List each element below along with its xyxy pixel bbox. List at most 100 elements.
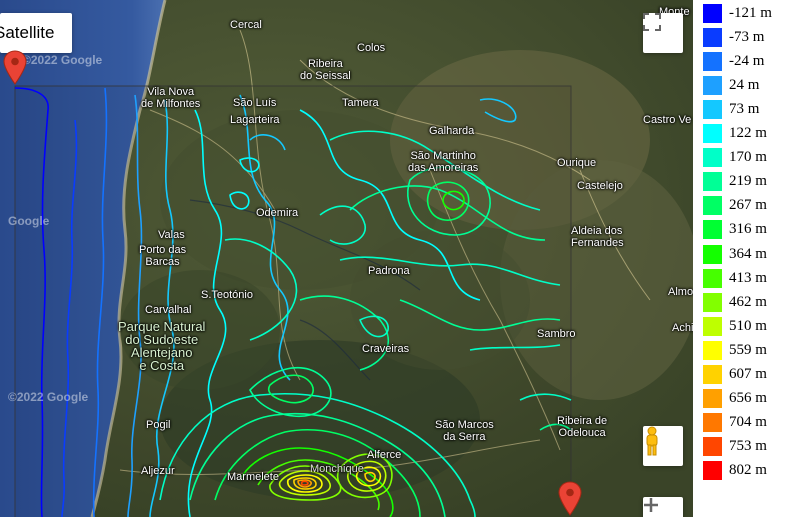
google-watermark: ©2022 Google	[22, 53, 103, 67]
place-padrona: Padrona	[368, 265, 410, 277]
place-aljezur: Aljezur	[141, 465, 175, 477]
legend-label: -73 m	[729, 28, 765, 45]
maptype-satellite-button[interactable]: Satellite	[0, 13, 72, 53]
legend-swatch	[703, 244, 722, 264]
map-marker-southeast[interactable]	[558, 481, 582, 517]
legend-label: 364 m	[729, 245, 767, 262]
place-almo: Almo	[668, 286, 693, 298]
place-sao-martinho: São Martinho das Amoreiras	[408, 150, 479, 174]
pegman-icon	[646, 426, 658, 456]
legend-item: 122 m	[703, 123, 767, 145]
legend-label: 607 m	[729, 366, 767, 382]
place-tamera: Tamera	[342, 97, 379, 109]
place-marmelete: Marmelete	[227, 471, 279, 483]
legend-label: 122 m	[729, 125, 767, 141]
legend-item: 364 m	[703, 243, 767, 265]
elevation-legend: -121 m -73 m -24 m 24 m 73 m 122 m 170 m 219 m 2…	[693, 0, 807, 517]
legend-item: 316 m	[703, 219, 767, 241]
place-craveiras: Craveiras	[362, 343, 410, 355]
place-s-teotonio: S.Teotónio	[201, 289, 253, 301]
place-porto-das-barcas: Porto das Barcas	[139, 244, 187, 268]
place-alferce: Alferce	[367, 449, 402, 461]
place-aldeia-dos-fernandes: Aldeia dos Fernandes	[571, 225, 624, 249]
maptype-label: Satellite	[0, 23, 55, 42]
legend-item: 607 m	[703, 364, 767, 386]
map-view[interactable]: Cercal Ribeira do Seissal Colos Monte Vi…	[0, 0, 693, 517]
place-castelejo: Castelejo	[577, 180, 623, 192]
street-view-pegman-button[interactable]	[643, 426, 683, 466]
plus-icon	[644, 498, 658, 512]
legend-swatch	[703, 99, 722, 119]
legend-swatch	[703, 51, 722, 71]
legend-label: 170 m	[729, 149, 767, 166]
fullscreen-button[interactable]	[643, 13, 683, 53]
place-castro-verde: Castro Ve	[643, 114, 692, 126]
legend-item: 219 m	[703, 171, 767, 193]
legend-label: 704 m	[729, 414, 767, 431]
place-achi: Achi	[672, 322, 693, 334]
legend-swatch	[703, 172, 722, 192]
legend-swatch	[703, 292, 722, 312]
legend-swatch	[703, 413, 722, 433]
legend-label: 24 m	[729, 76, 760, 93]
legend-item: -24 m	[703, 50, 764, 72]
legend-label: 73 m	[729, 100, 760, 117]
legend-item: 170 m	[703, 147, 767, 169]
google-watermark-2: Google	[8, 214, 50, 228]
zoom-in-button[interactable]	[643, 497, 683, 517]
legend-item: 753 m	[703, 436, 767, 458]
legend-label: -121 m	[729, 4, 772, 21]
place-parque-natural: Parque Natural do Sudoeste Alentejano e …	[118, 319, 206, 373]
legend-swatch	[703, 3, 722, 23]
legend-label: -24 m	[729, 52, 765, 69]
legend-item: 73 m	[703, 98, 759, 120]
legend-swatch	[703, 365, 722, 384]
google-watermark-3: ©2022 Google	[8, 390, 89, 404]
legend-item: -121 m	[703, 2, 772, 24]
legend-item: 24 m	[703, 74, 759, 96]
legend-item: 267 m	[703, 195, 767, 217]
place-monchique: Monchique	[310, 463, 364, 475]
legend-label: 559 m	[729, 341, 767, 358]
legend-item: 704 m	[703, 412, 767, 434]
legend-item: 462 m	[703, 291, 767, 313]
place-sambro: Sambro	[537, 328, 576, 340]
legend-swatch	[703, 316, 722, 336]
legend-swatch	[703, 220, 722, 240]
legend-label: 656 m	[729, 390, 767, 407]
legend-label: 753 m	[729, 438, 767, 455]
place-ribeira-de-odelouca: Ribeira de Odelouca	[557, 415, 608, 439]
place-pogil: Pogil	[146, 419, 171, 431]
place-colos: Colos	[357, 42, 386, 54]
legend-label: 802 m	[729, 462, 767, 479]
legend-item: 802 m	[703, 460, 767, 482]
legend-label: 462 m	[729, 293, 767, 310]
legend-swatch	[703, 75, 722, 95]
place-carvalhal: Carvalhal	[145, 304, 192, 316]
legend-swatch	[703, 124, 722, 143]
place-galharda: Galharda	[429, 125, 475, 137]
legend-swatch	[703, 196, 722, 216]
fullscreen-icon	[643, 13, 661, 31]
legend-label: 267 m	[729, 197, 767, 214]
map-marker-northwest[interactable]	[3, 50, 27, 86]
legend-swatch	[703, 461, 722, 481]
legend-swatch	[703, 340, 722, 360]
legend-swatch	[703, 27, 722, 47]
place-vila-nova-de-milfontes: Vila Nova de Milfontes	[141, 86, 201, 110]
legend-label: 316 m	[729, 221, 767, 238]
legend-swatch	[703, 437, 722, 457]
legend-item: 413 m	[703, 267, 767, 289]
legend-swatch	[703, 268, 722, 288]
legend-label: 219 m	[729, 173, 767, 190]
legend-swatch	[703, 148, 722, 168]
place-sao-marcos-da-serra: São Marcos da Serra	[435, 419, 494, 443]
place-ribeira-do-seissal: Ribeira do Seissal	[300, 58, 351, 82]
legend-item: 656 m	[703, 388, 767, 410]
place-ourique: Ourique	[557, 157, 597, 169]
legend-item: -73 m	[703, 26, 764, 48]
place-cercal: Cercal	[230, 19, 262, 31]
place-odemira: Odemira	[256, 207, 299, 219]
legend-label: 510 m	[729, 317, 767, 334]
legend-swatch	[703, 389, 722, 409]
